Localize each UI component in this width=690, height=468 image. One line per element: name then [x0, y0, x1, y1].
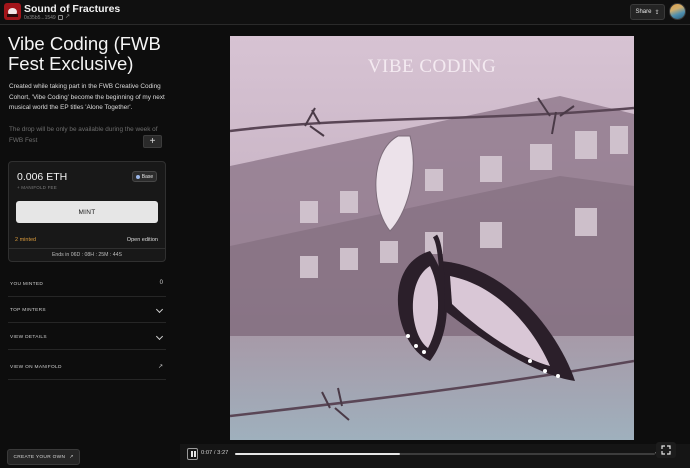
- chain-label: Base: [141, 173, 154, 180]
- chevron-down-icon: [155, 332, 164, 341]
- contract-address: 0x35b5...1549: [24, 15, 56, 21]
- top-bar: Sound of Fractures 0x35b5...1549 ↗ Share…: [0, 0, 690, 25]
- artwork-image: VIBE CODING: [230, 36, 634, 440]
- mint-button[interactable]: MINT: [16, 201, 158, 223]
- top-minters-label: TOP MINTERS: [10, 308, 46, 313]
- collection-logo[interactable]: [4, 3, 21, 20]
- arrow-up-right-icon: ↗: [157, 364, 163, 370]
- token-description: Created while taking part in the FWB Cre…: [9, 83, 165, 111]
- fee-label: + MANIFOLD FEE: [17, 185, 57, 190]
- share-label: Share: [635, 9, 652, 15]
- token-title: Vibe Coding (FWB Fest Exclusive): [8, 33, 161, 74]
- pause-icon[interactable]: [187, 448, 198, 460]
- price: 0.006 ETH: [17, 171, 68, 183]
- create-your-own-label: CREATE YOUR OWN: [13, 454, 66, 460]
- progress-track[interactable]: [235, 453, 655, 455]
- progress-fill: [235, 453, 401, 455]
- minted-count: 2 minted: [15, 237, 37, 243]
- view-on-manifold-row[interactable]: VIEW ON MANIFOLD ↗: [8, 356, 166, 380]
- chevron-down-icon: [155, 305, 164, 314]
- external-link-icon[interactable]: ↗: [65, 14, 70, 20]
- arrow-up-right-icon: ↗: [69, 454, 74, 460]
- you-minted-row: YOU MINTED 0: [8, 273, 166, 297]
- create-your-own-button[interactable]: CREATE YOUR OWN ↗: [7, 449, 80, 465]
- you-minted-value: 0: [159, 280, 163, 286]
- artwork-title: VIBE CODING: [367, 56, 497, 77]
- view-on-manifold-label: VIEW ON MANIFOLD: [10, 365, 62, 370]
- mint-card: 0.006 ETH + MANIFOLD FEE Base MINT 2 min…: [8, 161, 166, 262]
- playback-time: 0:07 / 3:27: [201, 450, 229, 456]
- top-minters-row[interactable]: TOP MINTERS: [8, 299, 166, 323]
- collection-title[interactable]: Sound of Fractures: [24, 3, 120, 15]
- fullscreen-glyph: [661, 445, 671, 455]
- artwork-illustration: [230, 36, 634, 440]
- share-icon: ⇪: [654, 9, 660, 16]
- divider: [9, 248, 165, 249]
- countdown: Ends in 06D : 08H : 25M : 44S: [51, 252, 123, 258]
- expand-description-button[interactable]: +: [143, 135, 162, 148]
- copy-icon[interactable]: [58, 15, 63, 20]
- you-minted-label: YOU MINTED: [10, 282, 44, 287]
- chain-badge: Base: [132, 171, 157, 182]
- avatar[interactable]: [669, 3, 686, 20]
- chain-dot-icon: [135, 174, 140, 179]
- view-details-label: VIEW DETAILS: [10, 335, 47, 340]
- audio-player: [180, 444, 690, 468]
- view-details-row[interactable]: VIEW DETAILS: [8, 326, 166, 350]
- fullscreen-icon[interactable]: [656, 442, 676, 458]
- edition-type: Open edition: [126, 237, 158, 243]
- share-button[interactable]: Share ⇪: [630, 4, 665, 20]
